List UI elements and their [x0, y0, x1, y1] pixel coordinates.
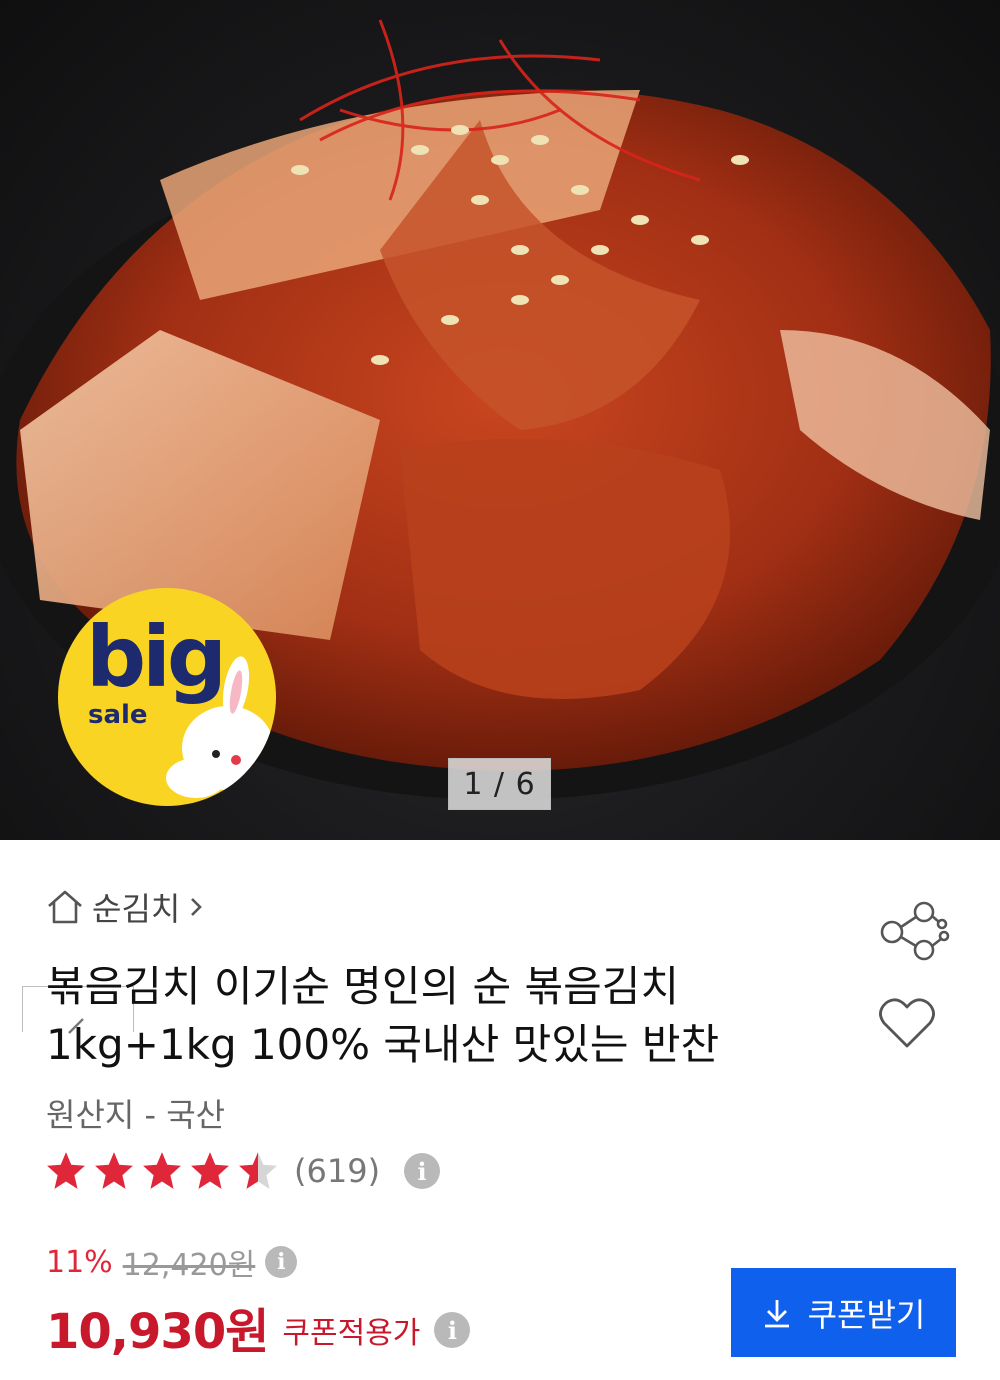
original-price: 12,420원 [122, 1248, 256, 1283]
star-icon [143, 1152, 181, 1189]
download-icon [764, 1299, 789, 1327]
product-image-gallery[interactable]: big sale 1 / 6 [0, 0, 1000, 840]
big-sale-badge: big sale [58, 588, 276, 806]
discount-row: 11% 12,420원 i [46, 1240, 298, 1284]
info-icon[interactable]: i [434, 1312, 471, 1348]
sale-price-label: 쿠폰적용가 [282, 1316, 421, 1351]
share-button[interactable] [878, 900, 952, 966]
review-count: (619) [294, 1152, 381, 1190]
coupon-button-label: 쿠폰받기 [807, 1296, 926, 1333]
rating-summary[interactable]: (619) i [44, 1150, 441, 1192]
product-title-line2: 1kg+1kg 100% 국내산 맛있는 반찬 [46, 1020, 720, 1069]
image-counter: 1 / 6 [448, 758, 551, 810]
star-icon [95, 1152, 133, 1189]
product-title: 볶음김치 이기순 명인의 순 볶음김치 1kg+1kg 100% 국내산 맛있는… [46, 958, 836, 1074]
share-icon [880, 901, 950, 961]
rating-stars [44, 1150, 280, 1192]
breadcrumb[interactable]: 순김치 [46, 884, 204, 930]
product-origin: 원산지 - 국산 [46, 1096, 226, 1134]
sale-price: 10,930원 [46, 1304, 269, 1360]
price-row: 10,930원 쿠폰적용가 i [46, 1292, 471, 1362]
star-icon [239, 1152, 277, 1189]
heart-icon [879, 998, 935, 1048]
chevron-right-icon [191, 898, 203, 916]
info-icon[interactable]: i [404, 1153, 441, 1189]
wishlist-button[interactable] [878, 996, 936, 1054]
coupon-download-button[interactable]: 쿠폰받기 [731, 1268, 956, 1357]
home-icon [48, 890, 82, 924]
product-title-line1: 볶음김치 이기순 명인의 순 볶음김치 [46, 962, 680, 1011]
info-icon[interactable]: i [265, 1246, 298, 1278]
breadcrumb-category: 순김치 [92, 890, 181, 928]
star-icon [191, 1152, 229, 1189]
rabbit-icon [166, 656, 274, 798]
discount-percent: 11% [46, 1244, 113, 1280]
star-icon [47, 1152, 85, 1189]
